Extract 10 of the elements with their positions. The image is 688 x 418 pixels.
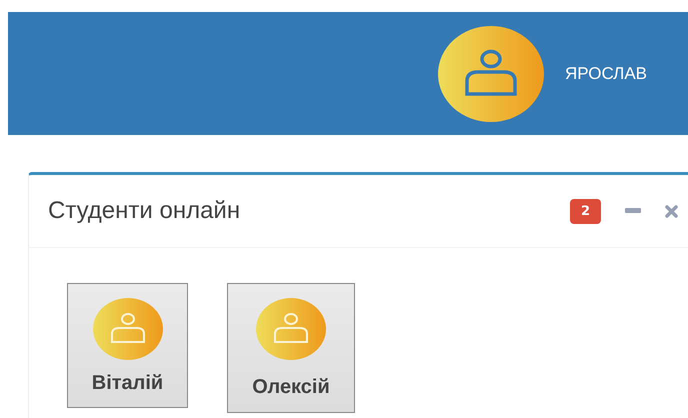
count-badge: 2 — [570, 198, 601, 224]
user-avatar-icon — [92, 298, 162, 360]
student-card[interactable]: Віталій — [67, 283, 188, 408]
user-avatar-icon — [256, 298, 326, 360]
panel-title: Студенти онлайн — [48, 197, 240, 225]
student-card[interactable]: Олексій — [227, 283, 355, 413]
minus-icon — [625, 208, 641, 214]
close-icon — [665, 204, 678, 218]
user-name[interactable]: ЯРОСЛАВ — [565, 64, 648, 84]
user-avatar-icon[interactable] — [438, 26, 544, 122]
